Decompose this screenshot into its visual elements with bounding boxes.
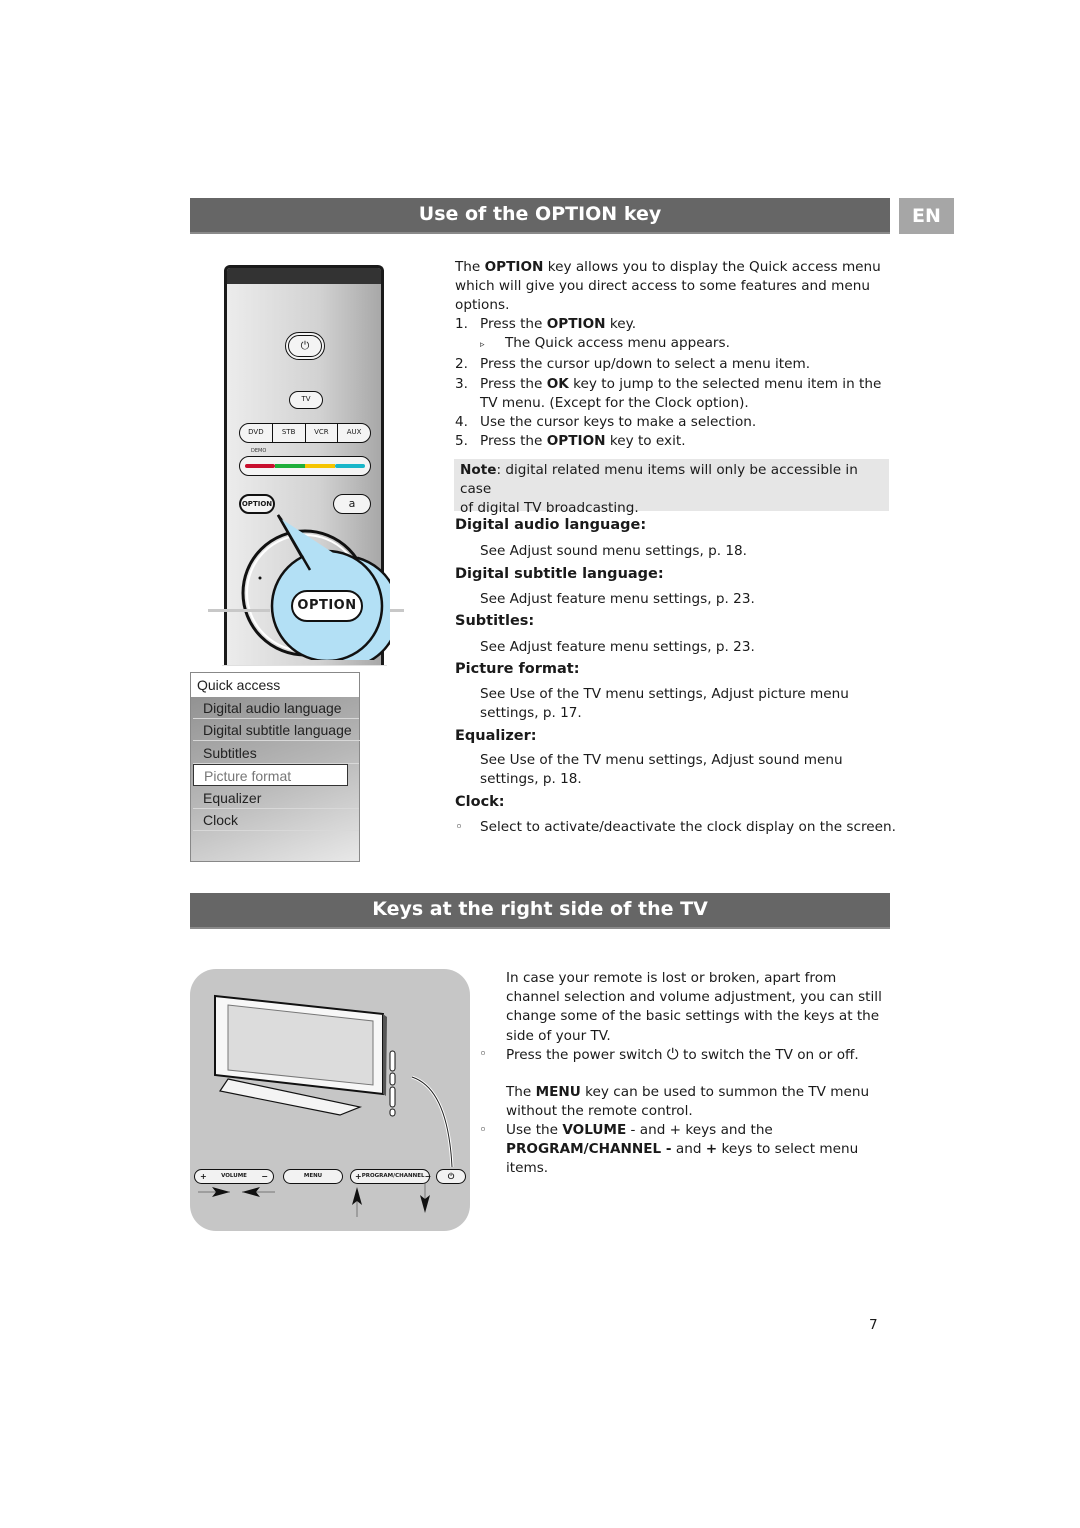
green-key bbox=[275, 464, 305, 468]
a-key-label: a bbox=[348, 497, 356, 510]
tv-power-key: ⏻ bbox=[436, 1169, 466, 1184]
option-desc: See Adjust feature menu settings, p. 23. bbox=[480, 591, 755, 607]
remote-power-button: ⏻ bbox=[285, 332, 325, 360]
callout-option-button: OPTION bbox=[291, 590, 363, 622]
callout-option-label: OPTION bbox=[297, 598, 357, 613]
option-desc: Select to activate/deactivate the clock … bbox=[480, 819, 896, 835]
step-result: ▹ The Quick access menu appears. bbox=[480, 335, 730, 352]
step-continued: TV menu. (Except for the Clock option). bbox=[480, 394, 749, 411]
stb-key: STB bbox=[273, 424, 306, 442]
demo-label: DEMO bbox=[251, 448, 267, 454]
remote-source-keys: DVD STB VCR AUX bbox=[239, 423, 371, 443]
option-title-subtitles: Subtitles: bbox=[455, 613, 535, 629]
section-title: Keys at the right side of the TV bbox=[372, 898, 708, 920]
menu-item-equalizer[interactable]: Equalizer bbox=[193, 787, 359, 809]
step: 5. Press the OPTION key to exit. bbox=[455, 433, 686, 450]
steps-list: 1. Press the OPTION key. ▹ The Quick acces… bbox=[455, 315, 895, 451]
volume-program-instruction: Use the VOLUME - and + keys and the PROG… bbox=[506, 1122, 859, 1177]
volume-key: + VOLUME − bbox=[194, 1169, 274, 1184]
menu-item-picture-format[interactable]: Picture format bbox=[193, 764, 348, 786]
quick-access-menu: Quick access Digital audio language Digi… bbox=[190, 672, 360, 862]
bullet-icon: ◦ bbox=[479, 1046, 488, 1062]
remote-color-keys bbox=[239, 456, 371, 476]
option-key-label: OPTION bbox=[241, 500, 273, 508]
menu-key: MENU bbox=[283, 1169, 343, 1184]
note-box: Note: digital related menu items will on… bbox=[454, 459, 889, 516]
option-title-picture-format: Picture format: bbox=[455, 661, 580, 677]
option-desc: settings, p. 17. bbox=[480, 705, 582, 721]
menu-key-paragraph: The MENU key can be used to summon the T… bbox=[506, 1084, 870, 1120]
tv-drawing bbox=[198, 994, 454, 1217]
bullet-icon: ◦ bbox=[455, 819, 464, 835]
yellow-key bbox=[305, 464, 335, 468]
option-title-digital-subtitle: Digital subtitle language: bbox=[455, 566, 664, 582]
power-icon: ⏻ bbox=[666, 1045, 679, 1063]
step: 3. Press the OK key to jump to the select… bbox=[455, 375, 882, 392]
step: 2. Press the cursor up/down to select a m… bbox=[455, 356, 811, 373]
section2-paragraph: In case your remote is lost or broken, a… bbox=[506, 970, 882, 1044]
step: 4. Use the cursor keys to make a selectio… bbox=[455, 414, 757, 431]
menu-item-digital-subtitle-language[interactable]: Digital subtitle language bbox=[193, 719, 360, 741]
option-callout-bubble bbox=[270, 514, 390, 660]
divider-line bbox=[222, 665, 387, 666]
option-title-equalizer: Equalizer: bbox=[455, 728, 537, 744]
program-channel-key: + PROGRAM/CHANNEL − bbox=[350, 1169, 431, 1184]
menu-item-clock[interactable]: Clock bbox=[193, 809, 359, 831]
red-key bbox=[245, 464, 275, 468]
option-title-digital-audio: Digital audio language: bbox=[455, 517, 647, 533]
section-title: Use of the OPTION key bbox=[418, 203, 662, 225]
tv-key-label: TV bbox=[301, 395, 311, 403]
aux-key: AUX bbox=[346, 428, 362, 436]
menu-item-subtitles[interactable]: Subtitles bbox=[193, 742, 359, 764]
menu-item-digital-audio-language[interactable]: Digital audio language bbox=[193, 697, 359, 719]
quick-access-title: Quick access bbox=[191, 673, 359, 697]
option-title-clock: Clock: bbox=[455, 794, 505, 810]
section-header-right-side-keys: Keys at the right side of the TV bbox=[190, 893, 890, 929]
blue-key bbox=[335, 464, 365, 468]
step: 1. Press the OPTION key. bbox=[455, 316, 637, 332]
section-header-option-key: Use of the OPTION key bbox=[190, 198, 890, 234]
option-desc: See Use of the TV menu settings, Adjust … bbox=[480, 686, 849, 702]
page-number: 7 bbox=[869, 1317, 878, 1333]
dvd-key: DVD bbox=[240, 424, 273, 442]
tv-side-keys-illustration bbox=[190, 969, 470, 1231]
option-desc: settings, p. 18. bbox=[480, 771, 582, 787]
power-icon: ⏻ bbox=[447, 1172, 455, 1181]
power-icon: ⏻ bbox=[288, 335, 322, 357]
bullet-icon: ◦ bbox=[479, 1122, 488, 1138]
option-desc: See Adjust sound menu settings, p. 18. bbox=[480, 543, 747, 559]
power-switch-instruction: Press the power switch ⏻ to switch the T… bbox=[506, 1045, 859, 1063]
remote-tv-button: TV bbox=[289, 391, 323, 409]
language-tab: EN bbox=[899, 198, 954, 234]
option-desc: See Use of the TV menu settings, Adjust … bbox=[480, 752, 843, 768]
intro-paragraph: The OPTION key allows you to display the… bbox=[455, 259, 881, 314]
vcr-key: VCR bbox=[306, 424, 339, 442]
remote-top-bar bbox=[227, 268, 381, 284]
option-desc: See Adjust feature menu settings, p. 23. bbox=[480, 639, 755, 655]
